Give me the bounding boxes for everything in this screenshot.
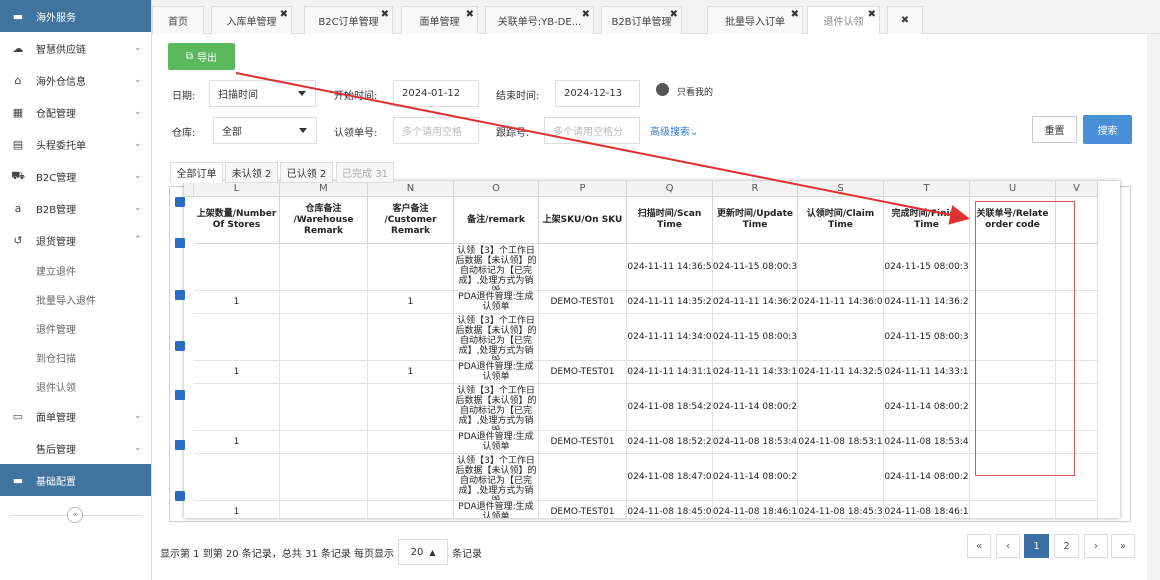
row-checkbox[interactable] xyxy=(175,197,185,207)
page-button[interactable]: 2 xyxy=(1054,534,1079,558)
subtab[interactable]: 未认领 2 xyxy=(225,162,278,183)
page-button[interactable]: « xyxy=(967,534,991,558)
row-checkbox[interactable] xyxy=(175,238,185,248)
subtab[interactable]: 已认领 2 xyxy=(280,162,333,183)
arrow-line xyxy=(235,72,970,225)
subtab[interactable]: 全部订单 xyxy=(170,162,223,183)
row-checkbox[interactable] xyxy=(175,440,185,450)
page-button[interactable]: ‹ xyxy=(996,534,1020,558)
row-checkbox[interactable] xyxy=(175,341,185,351)
row-checkbox[interactable] xyxy=(175,491,185,501)
row-checkbox[interactable] xyxy=(175,390,185,400)
page-button[interactable]: 1 xyxy=(1024,534,1049,558)
page-button[interactable]: › xyxy=(1084,534,1108,558)
subtab[interactable]: 已完成 31 xyxy=(336,162,394,183)
annotation-arrow xyxy=(235,72,970,225)
row-checkbox[interactable] xyxy=(175,290,185,300)
page-button[interactable]: » xyxy=(1111,534,1135,558)
